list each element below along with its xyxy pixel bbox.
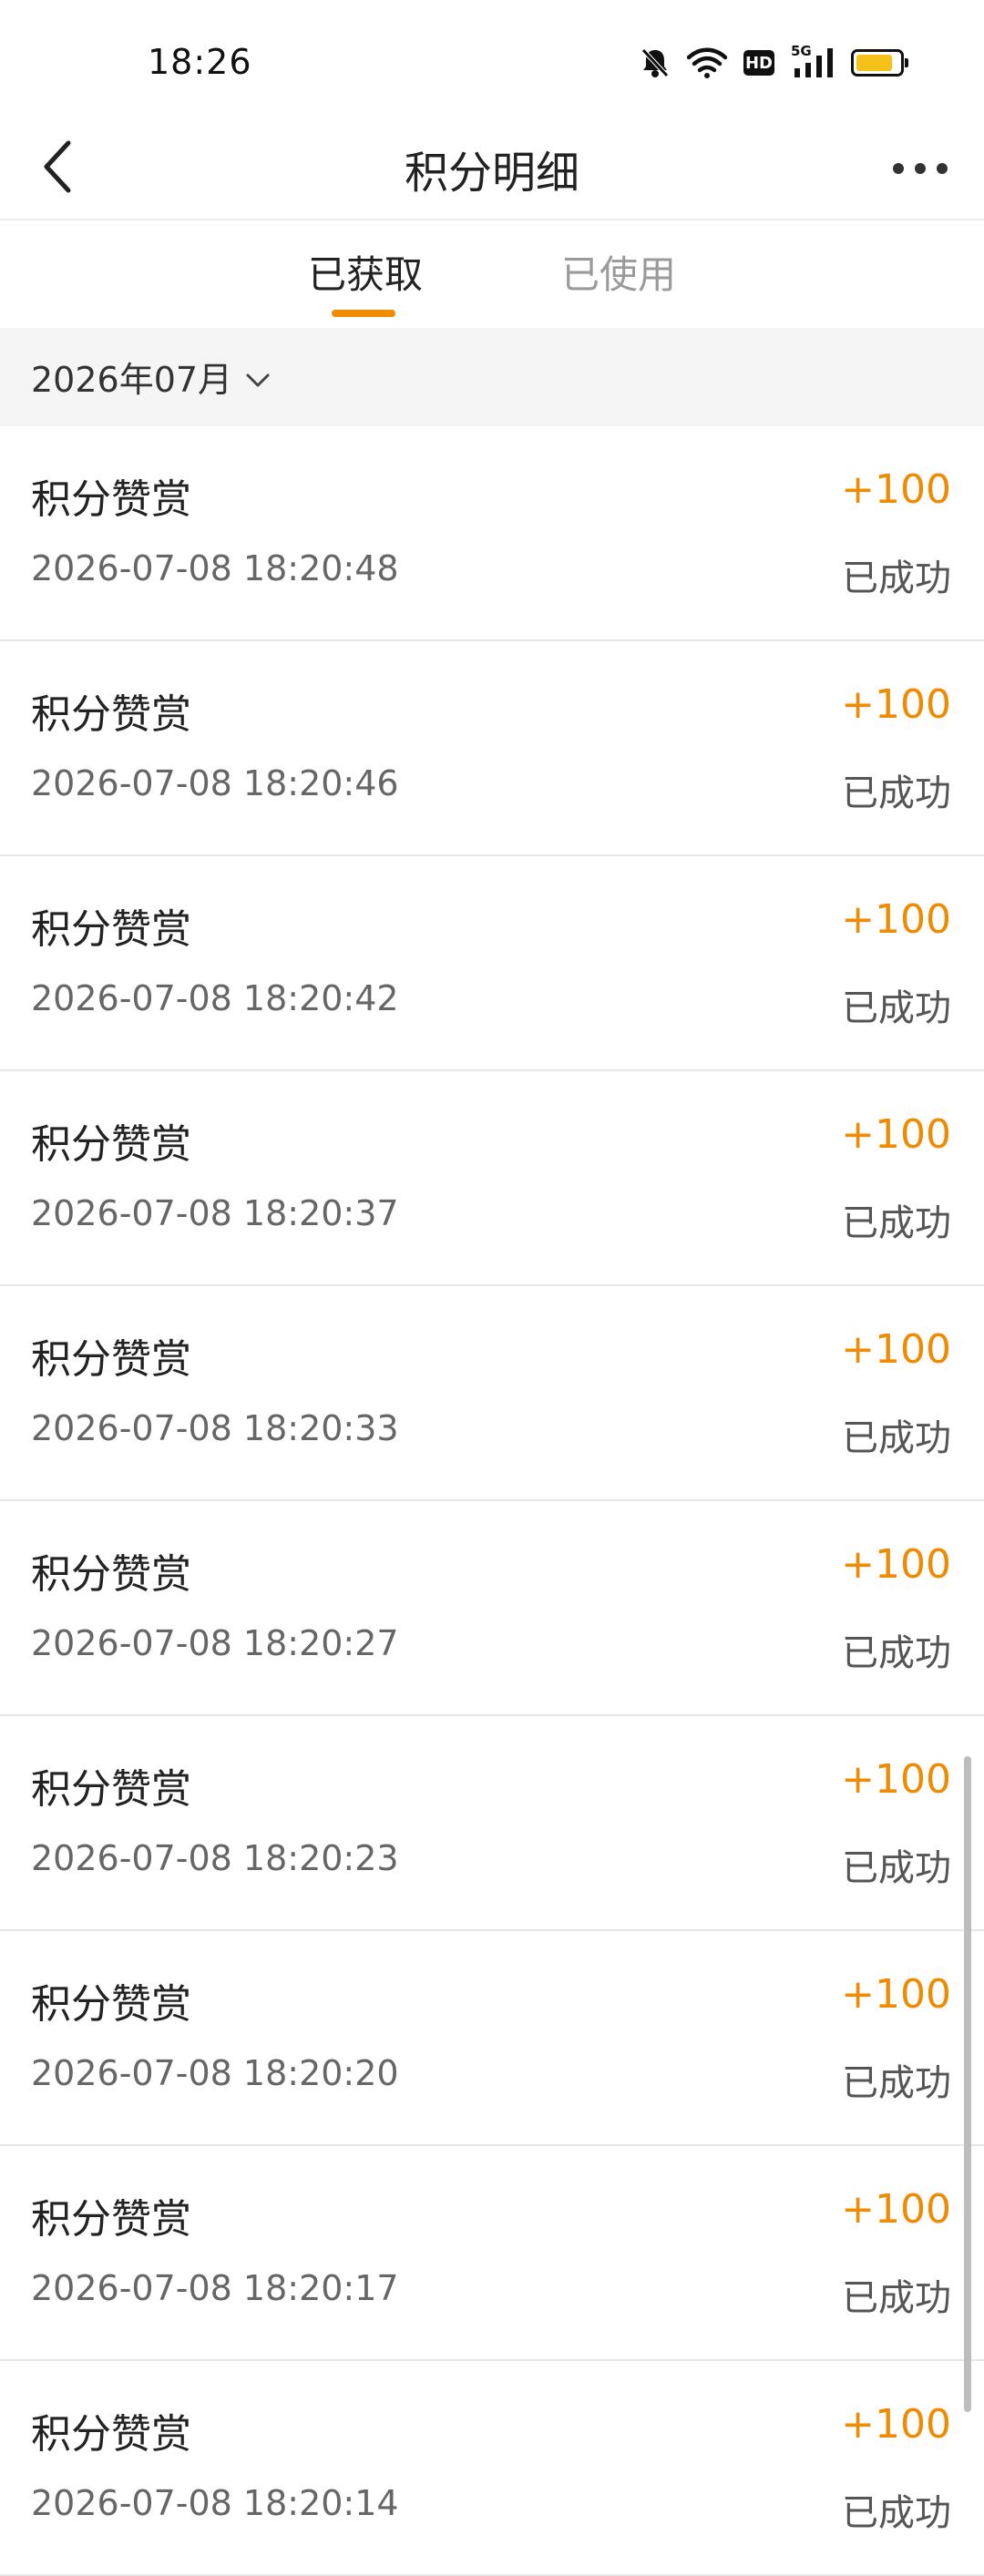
record-title: 积分赞赏 [31, 691, 191, 738]
record-time: 2026-07-08 18:20:42 [31, 978, 399, 1018]
record-time: 2026-07-08 18:20:27 [31, 1623, 399, 1663]
more-horizontal-icon [893, 163, 904, 174]
active-tab-indicator [332, 310, 395, 317]
record-time: 2026-07-08 18:20:33 [31, 1408, 399, 1448]
record-status: 已成功 [842, 1417, 951, 1459]
record-title: 积分赞赏 [31, 2196, 191, 2243]
page-title: 积分明细 [404, 148, 579, 199]
record-time: 2026-07-08 18:20:17 [31, 2268, 399, 2308]
record-time: 2026-07-08 18:20:46 [31, 763, 399, 803]
record-title: 积分赞赏 [31, 1981, 191, 2028]
status-time: 18:26 [148, 42, 252, 82]
record-title: 积分赞赏 [31, 476, 191, 523]
record-points: +100 [841, 1541, 951, 1588]
status-icons: HD 5G [640, 40, 908, 86]
tab-bar: 已获取 已使用 [0, 220, 984, 328]
record-title: 积分赞赏 [31, 1551, 191, 1598]
record-points: +100 [841, 2401, 951, 2448]
list-item[interactable]: 积分赞赏 2026-07-08 18:20:14 +100 已成功 [0, 2361, 984, 2576]
month-label: 2026年07月 [31, 360, 233, 400]
scrollbar[interactable] [964, 1756, 971, 2412]
record-time: 2026-07-08 18:20:20 [31, 2053, 399, 2093]
record-points: +100 [841, 896, 951, 943]
record-status: 已成功 [842, 987, 951, 1029]
record-points: +100 [841, 466, 951, 513]
record-points: +100 [841, 1326, 951, 1373]
month-filter-bar: 2026年07月 [0, 328, 984, 426]
record-title: 积分赞赏 [31, 1766, 191, 1813]
record-points: +100 [841, 1756, 951, 1803]
list-item[interactable]: 积分赞赏 2026-07-08 18:20:33 +100 已成功 [0, 1286, 984, 1501]
record-time: 2026-07-08 18:20:37 [31, 1193, 399, 1233]
chevron-down-icon [245, 357, 271, 397]
battery-fill [856, 55, 893, 71]
hd-icon: HD [743, 50, 774, 76]
record-title: 积分赞赏 [31, 1121, 191, 1168]
record-time: 2026-07-08 18:20:48 [31, 548, 399, 588]
tab-earned[interactable]: 已获取 [308, 244, 423, 317]
list-item[interactable]: 积分赞赏 2026-07-08 18:20:20 +100 已成功 [0, 1931, 984, 2146]
record-points: +100 [841, 1971, 951, 2018]
record-time: 2026-07-08 18:20:14 [31, 2483, 399, 2523]
record-title: 积分赞赏 [31, 906, 191, 953]
list-item[interactable]: 积分赞赏 2026-07-08 18:20:27 +100 已成功 [0, 1501, 984, 1716]
list-item[interactable]: 积分赞赏 2026-07-08 18:20:42 +100 已成功 [0, 856, 984, 1071]
record-title: 积分赞赏 [31, 2411, 191, 2458]
wifi-icon [687, 47, 727, 78]
list-item[interactable]: 积分赞赏 2026-07-08 18:20:46 +100 已成功 [0, 641, 984, 856]
record-points: +100 [841, 681, 951, 728]
record-status: 已成功 [842, 2492, 951, 2534]
battery-icon [851, 49, 908, 77]
record-points: +100 [841, 2186, 951, 2233]
record-status: 已成功 [842, 1847, 951, 1889]
more-button[interactable] [875, 135, 966, 202]
record-status: 已成功 [842, 1632, 951, 1674]
5g-signal-icon: 5G [791, 43, 835, 79]
record-status: 已成功 [842, 2277, 951, 2319]
record-status: 已成功 [842, 772, 951, 814]
record-status: 已成功 [842, 2062, 951, 2104]
record-status: 已成功 [842, 1202, 951, 1244]
status-bar: 18:26 HD 5G [0, 0, 984, 118]
tab-used[interactable]: 已使用 [561, 244, 676, 317]
list-item[interactable]: 积分赞赏 2026-07-08 18:20:48 +100 已成功 [0, 426, 984, 641]
record-points: +100 [841, 1111, 951, 1158]
mute-bell-icon [640, 46, 671, 79]
nav-bar: 积分明细 [0, 118, 984, 220]
list-item[interactable]: 积分赞赏 2026-07-08 18:20:23 +100 已成功 [0, 1716, 984, 1931]
list-item[interactable]: 积分赞赏 2026-07-08 18:20:37 +100 已成功 [0, 1071, 984, 1286]
month-selector[interactable]: 2026年07月 [31, 352, 271, 402]
record-status: 已成功 [842, 557, 951, 599]
record-title: 积分赞赏 [31, 1336, 191, 1383]
list-item[interactable]: 积分赞赏 2026-07-08 18:20:17 +100 已成功 [0, 2146, 984, 2361]
record-time: 2026-07-08 18:20:23 [31, 1838, 399, 1878]
record-list: 积分赞赏 2026-07-08 18:20:48 +100 已成功 积分赞赏 2026-0… [0, 426, 984, 2576]
